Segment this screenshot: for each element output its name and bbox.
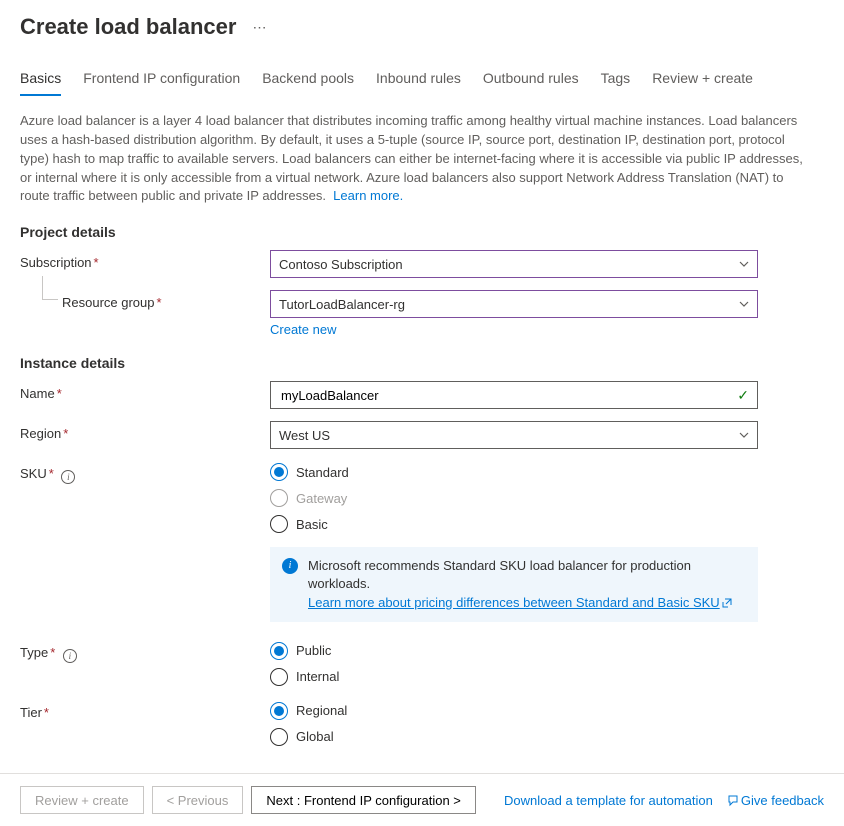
chevron-down-icon	[739, 299, 749, 309]
radio-icon	[270, 728, 288, 746]
radio-icon	[270, 515, 288, 533]
tab-outbound-rules[interactable]: Outbound rules	[483, 70, 579, 96]
required-asterisk: *	[94, 255, 99, 270]
radio-label: Basic	[296, 517, 328, 532]
subscription-label: Subscription	[20, 255, 92, 270]
required-asterisk: *	[157, 295, 162, 310]
required-asterisk: *	[44, 705, 49, 720]
instance-details-title: Instance details	[20, 355, 824, 371]
required-asterisk: *	[50, 645, 55, 660]
tab-basics[interactable]: Basics	[20, 70, 61, 96]
more-icon[interactable]: ⋯	[252, 19, 268, 36]
radio-icon	[270, 489, 288, 507]
indent-line	[42, 276, 58, 300]
tab-review-create[interactable]: Review + create	[652, 70, 753, 96]
give-feedback-link[interactable]: Give feedback	[727, 793, 824, 808]
page-title: Create load balancer	[20, 14, 236, 40]
type-radio-group: Public Internal	[270, 640, 758, 686]
feedback-icon	[727, 795, 739, 807]
tier-radio-group: Regional Global	[270, 700, 758, 746]
tab-backend-pools[interactable]: Backend pools	[262, 70, 354, 96]
chevron-down-icon	[739, 259, 749, 269]
review-create-button: Review + create	[20, 786, 144, 814]
intro-description: Azure load balancer is a layer 4 load ba…	[20, 112, 810, 206]
type-radio-public[interactable]: Public	[270, 642, 758, 660]
resource-group-value: TutorLoadBalancer-rg	[279, 297, 405, 312]
required-asterisk: *	[49, 466, 54, 481]
name-input-wrapper: ✓	[270, 381, 758, 409]
tab-inbound-rules[interactable]: Inbound rules	[376, 70, 461, 96]
check-icon: ✓	[737, 387, 749, 404]
sku-radio-basic[interactable]: Basic	[270, 515, 758, 533]
radio-label: Public	[296, 643, 331, 658]
sku-info-box: i Microsoft recommends Standard SKU load…	[270, 547, 758, 622]
info-icon[interactable]: i	[63, 649, 77, 663]
tab-frontend-ip[interactable]: Frontend IP configuration	[83, 70, 240, 96]
learn-more-link[interactable]: Learn more.	[333, 188, 403, 203]
external-link-icon	[722, 598, 732, 608]
sku-radio-standard[interactable]: Standard	[270, 463, 758, 481]
radio-label: Regional	[296, 703, 347, 718]
subscription-value: Contoso Subscription	[279, 257, 403, 272]
project-details-title: Project details	[20, 224, 824, 240]
footer: Review + create < Previous Next : Fronte…	[0, 773, 844, 826]
info-icon[interactable]: i	[61, 470, 75, 484]
required-asterisk: *	[57, 386, 62, 401]
chevron-down-icon	[739, 430, 749, 440]
sku-radio-group: Standard Gateway Basic	[270, 461, 758, 533]
required-asterisk: *	[63, 426, 68, 441]
info-icon: i	[282, 558, 298, 574]
region-select[interactable]: West US	[270, 421, 758, 449]
name-label: Name	[20, 386, 55, 401]
intro-text: Azure load balancer is a layer 4 load ba…	[20, 113, 803, 203]
download-template-link[interactable]: Download a template for automation	[504, 793, 713, 808]
radio-label: Standard	[296, 465, 349, 480]
radio-label: Global	[296, 729, 334, 744]
create-new-link[interactable]: Create new	[270, 322, 336, 337]
tier-radio-regional[interactable]: Regional	[270, 702, 758, 720]
radio-icon	[270, 463, 288, 481]
sku-label: SKU	[20, 466, 47, 481]
name-input[interactable]	[279, 387, 731, 404]
sku-radio-gateway: Gateway	[270, 489, 758, 507]
region-value: West US	[279, 428, 330, 443]
region-label: Region	[20, 426, 61, 441]
tabs: Basics Frontend IP configuration Backend…	[0, 48, 844, 96]
previous-button: < Previous	[152, 786, 244, 814]
radio-label: Internal	[296, 669, 339, 684]
next-button[interactable]: Next : Frontend IP configuration >	[251, 786, 476, 814]
sku-info-link[interactable]: Learn more about pricing differences bet…	[308, 595, 732, 610]
radio-icon	[270, 642, 288, 660]
radio-icon	[270, 668, 288, 686]
type-radio-internal[interactable]: Internal	[270, 668, 758, 686]
radio-icon	[270, 702, 288, 720]
tier-radio-global[interactable]: Global	[270, 728, 758, 746]
radio-label: Gateway	[296, 491, 347, 506]
resource-group-label: Resource group	[62, 295, 155, 310]
resource-group-select[interactable]: TutorLoadBalancer-rg	[270, 290, 758, 318]
tab-tags[interactable]: Tags	[601, 70, 631, 96]
tier-label: Tier	[20, 705, 42, 720]
sku-info-text: Microsoft recommends Standard SKU load b…	[308, 558, 691, 591]
subscription-select[interactable]: Contoso Subscription	[270, 250, 758, 278]
type-label: Type	[20, 645, 48, 660]
